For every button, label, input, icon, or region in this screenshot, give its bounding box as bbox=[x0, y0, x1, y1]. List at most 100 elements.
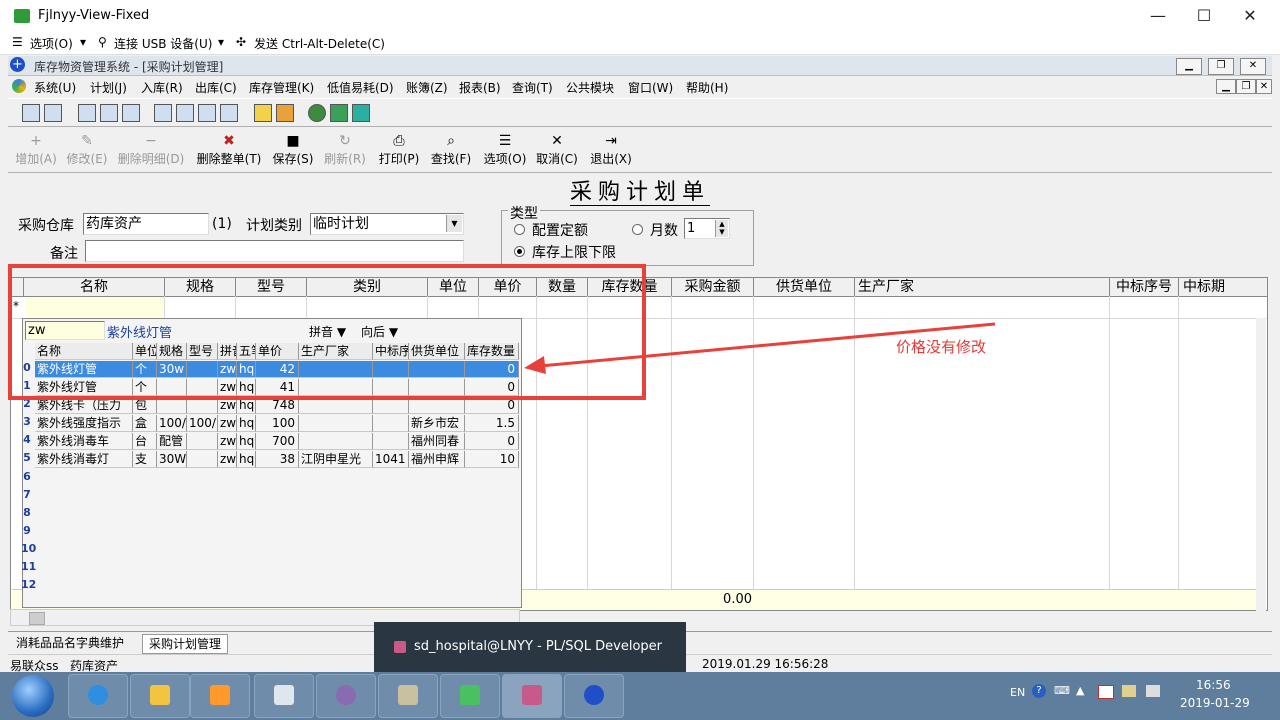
edit-button[interactable]: ✎ 修改(E) bbox=[64, 132, 110, 167]
taskbar-explorer[interactable] bbox=[130, 674, 190, 718]
taskbar-media[interactable] bbox=[190, 674, 250, 718]
search-icon[interactable] bbox=[154, 104, 172, 122]
col-manufacturer[interactable]: 生产厂家 bbox=[855, 278, 1110, 296]
options-button[interactable]: ☰ 选项(O) bbox=[482, 132, 528, 167]
radio-months[interactable] bbox=[632, 224, 643, 235]
doc-icon[interactable] bbox=[78, 104, 96, 122]
language-indicator[interactable]: EN bbox=[1010, 686, 1025, 699]
ie-icon bbox=[88, 685, 108, 705]
child-restore-button[interactable]: ❐ bbox=[1236, 79, 1256, 94]
warehouse-input[interactable]: 药库资产 bbox=[83, 213, 209, 235]
thermometer-icon[interactable] bbox=[276, 104, 294, 122]
delete-order-button[interactable]: ✖ 删除整单(T) bbox=[194, 132, 264, 167]
menu-plan[interactable]: 计划(J) bbox=[90, 79, 127, 96]
child-close-button[interactable]: ✕ bbox=[1256, 79, 1272, 94]
radio-stock-limits[interactable] bbox=[514, 246, 525, 257]
outer-menu-usb[interactable]: 连接 USB 设备(U) bbox=[114, 35, 212, 52]
recycle-icon[interactable] bbox=[122, 104, 140, 122]
mdi-close-button[interactable]: ✕ bbox=[1240, 58, 1266, 75]
menu-low-value[interactable]: 低值易耗(D) bbox=[327, 79, 394, 96]
chevron-down-icon[interactable]: ▼ bbox=[446, 215, 462, 232]
tab-purchase-plan[interactable]: 采购计划管理 bbox=[142, 634, 229, 654]
minimize-button[interactable]: — bbox=[1138, 4, 1178, 28]
menu-ledger[interactable]: 账簿(Z) bbox=[406, 79, 448, 96]
delete-detail-button[interactable]: − 删除明细(D) bbox=[116, 132, 186, 167]
tab-dictionary[interactable]: 消耗品品名字典维护 bbox=[10, 634, 130, 652]
keyboard-icon[interactable]: ⌨ bbox=[1054, 684, 1070, 697]
start-orb-icon[interactable] bbox=[12, 675, 54, 717]
menu-window[interactable]: 窗口(W) bbox=[628, 79, 673, 96]
print-button[interactable]: ⎙ 打印(P) bbox=[376, 132, 422, 167]
plan-type-select[interactable]: 临时计划 ▼ bbox=[310, 213, 464, 235]
menu-inbound[interactable]: 入库(R) bbox=[141, 79, 183, 96]
mdi-minimize-button[interactable]: ▁ bbox=[1176, 58, 1202, 75]
help-icon[interactable]: ? bbox=[1032, 684, 1046, 698]
taskbar-preview-popup[interactable]: sd_hospital@LNYY - PL/SQL Developer bbox=[374, 622, 686, 672]
menu-query[interactable]: 查询(T) bbox=[512, 79, 553, 96]
table-icon[interactable] bbox=[198, 104, 216, 122]
mdi-restore-button[interactable]: ❐ bbox=[1208, 58, 1234, 75]
add-button[interactable]: + 增加(A) bbox=[14, 132, 58, 167]
clock-date[interactable]: 2019-01-29 bbox=[1180, 696, 1250, 710]
months-stepper[interactable]: 1 ▲ ▼ bbox=[684, 218, 730, 239]
book-icon[interactable] bbox=[330, 104, 348, 122]
col-bid-no[interactable]: 中标序号 bbox=[1110, 278, 1179, 296]
outer-menu-options[interactable]: 选项(O) bbox=[30, 35, 73, 52]
network-error-icon[interactable] bbox=[1098, 685, 1114, 699]
login-icon[interactable] bbox=[22, 104, 40, 122]
hamburger-icon[interactable]: ☰ bbox=[12, 35, 23, 49]
type-groupbox: 类型 配置定额 月数 1 ▲ ▼ 库存上限下限 bbox=[501, 203, 754, 266]
edit-icon[interactable] bbox=[176, 104, 194, 122]
find-button[interactable]: ⌕ 查找(F) bbox=[428, 132, 474, 167]
lookup-row[interactable]: 5 紫外线消毒灯 支 30W zw hq 38 江阴申星光 1041 福州申辉 … bbox=[23, 451, 519, 468]
maximize-button[interactable]: ☐ bbox=[1184, 4, 1224, 28]
print-doc-icon[interactable] bbox=[220, 104, 238, 122]
scroll-thumb[interactable] bbox=[29, 612, 45, 625]
col-supplier[interactable]: 供货单位 bbox=[754, 278, 855, 296]
taskbar-app-doctor[interactable] bbox=[254, 674, 314, 718]
stepper-arrows-icon[interactable]: ▲ ▼ bbox=[715, 220, 728, 237]
chevron-down-icon[interactable]: ▾ bbox=[218, 35, 224, 49]
exit-box-icon[interactable] bbox=[352, 104, 370, 122]
col-amount[interactable]: 采购金额 bbox=[672, 278, 754, 296]
remark-input[interactable] bbox=[85, 240, 464, 262]
menu-help[interactable]: 帮助(H) bbox=[686, 79, 728, 96]
delete-order-icon: ✖ bbox=[223, 133, 235, 149]
taskbar-ie[interactable] bbox=[68, 674, 128, 718]
menu-outbound[interactable]: 出库(C) bbox=[195, 79, 237, 96]
child-minimize-button[interactable]: ▁ bbox=[1216, 79, 1236, 94]
add-icon: + bbox=[30, 133, 42, 149]
taskbar-app-plus[interactable] bbox=[564, 674, 624, 718]
security-icon[interactable] bbox=[1122, 685, 1136, 697]
lookup-row[interactable]: 4 紫外线消毒车 台 配管 zw hq 700 福州同春 0 bbox=[23, 433, 519, 450]
taskbar-app-compass[interactable] bbox=[316, 674, 376, 718]
menu-system[interactable]: 系统(U) bbox=[34, 79, 76, 96]
chevron-down-icon[interactable]: ▾ bbox=[80, 35, 86, 49]
refresh-doc-icon[interactable] bbox=[44, 104, 62, 122]
volume-muted-icon[interactable] bbox=[1146, 685, 1160, 697]
col-bid-period[interactable]: 中标期 bbox=[1179, 278, 1267, 296]
taskbar-app-recycle[interactable] bbox=[440, 674, 500, 718]
menu-public[interactable]: 公共模块 bbox=[566, 79, 614, 96]
taskbar-plsql-developer[interactable] bbox=[502, 674, 562, 718]
warehouse-code: (1) bbox=[212, 216, 232, 232]
refresh-button[interactable]: ↻ 刷新(R) bbox=[322, 132, 368, 167]
close-button[interactable]: ✕ bbox=[1230, 4, 1270, 28]
menu-stock[interactable]: 库存管理(K) bbox=[249, 79, 314, 96]
radio-quota[interactable] bbox=[514, 224, 525, 235]
options-icon: ☰ bbox=[498, 133, 512, 149]
menu-report[interactable]: 报表(B) bbox=[459, 79, 501, 96]
list-icon[interactable] bbox=[100, 104, 118, 122]
vertical-scrollbar[interactable] bbox=[1256, 318, 1266, 626]
outer-menu-ctrl-alt-del[interactable]: 发送 Ctrl-Alt-Delete(C) bbox=[254, 35, 385, 52]
cancel-button[interactable]: ✕ 取消(C) bbox=[534, 132, 580, 167]
lookup-row[interactable]: 3 紫外线强度指示 盒 100/ 100/ zw hq 100 新乡市宏 1.5 bbox=[23, 415, 519, 432]
tray-expand-icon[interactable]: ▲ bbox=[1076, 684, 1084, 697]
radio-months-label: 月数 bbox=[650, 223, 678, 239]
stop-icon[interactable] bbox=[308, 104, 326, 122]
taskbar-app-grampa[interactable] bbox=[378, 674, 438, 718]
folder-icon[interactable] bbox=[254, 104, 272, 122]
save-button[interactable]: ■ 保存(S) bbox=[270, 132, 316, 167]
exit-button[interactable]: ⇥ 退出(X) bbox=[588, 132, 634, 167]
clock-time[interactable]: 16:56 bbox=[1196, 678, 1231, 692]
